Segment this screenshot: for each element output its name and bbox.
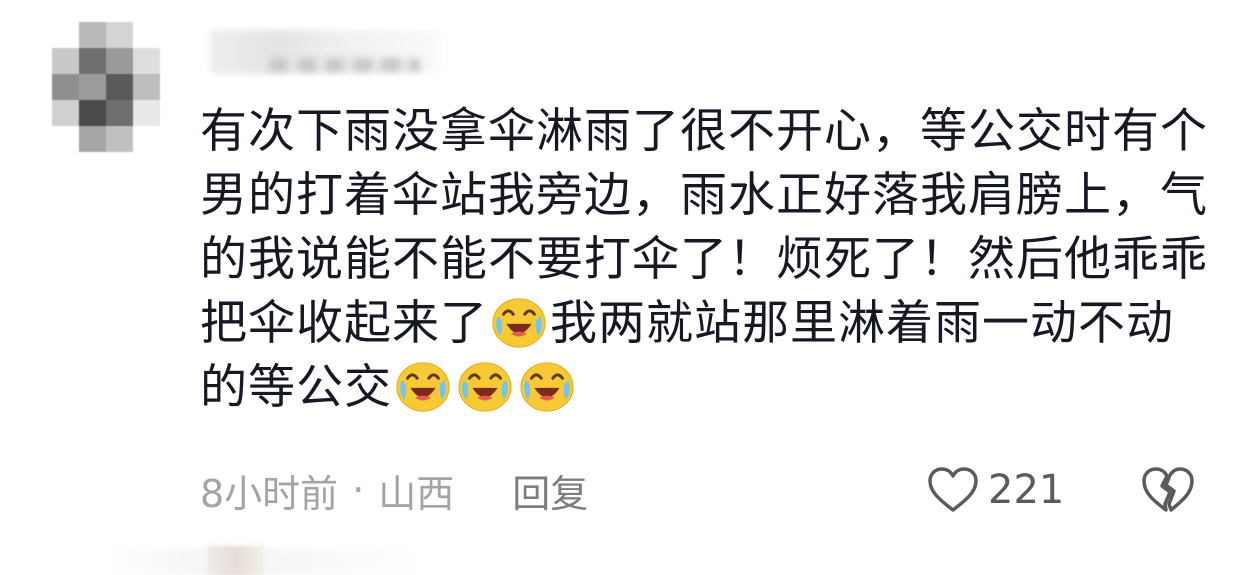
comment-text: 有次下雨没拿伞淋雨了很不开心，等公交时有个男的打着伞站我旁边，雨水正好落我肩膀上… xyxy=(200,100,1210,420)
crying-laughing-emoji-icon xyxy=(492,298,546,348)
avatar[interactable] xyxy=(52,22,160,152)
meta-separator: · xyxy=(352,468,365,512)
crying-laughing-emoji-icon xyxy=(458,362,512,412)
comment-location: 山西 xyxy=(378,471,455,516)
next-comment-avatar[interactable] xyxy=(208,546,264,575)
username-blurred[interactable] xyxy=(210,30,440,74)
like-button[interactable]: 221 xyxy=(926,462,1064,518)
crying-laughing-emoji-icon xyxy=(520,362,574,412)
heart-icon xyxy=(928,467,978,512)
reply-button[interactable]: 回复 xyxy=(512,463,588,518)
broken-heart-icon[interactable] xyxy=(1140,464,1196,516)
crying-laughing-emoji-icon xyxy=(396,362,450,412)
comment-meta: 8小时前 · 山西 回复 xyxy=(200,462,588,518)
like-count: 221 xyxy=(988,467,1065,513)
comment-time: 8小时前 xyxy=(200,471,339,516)
